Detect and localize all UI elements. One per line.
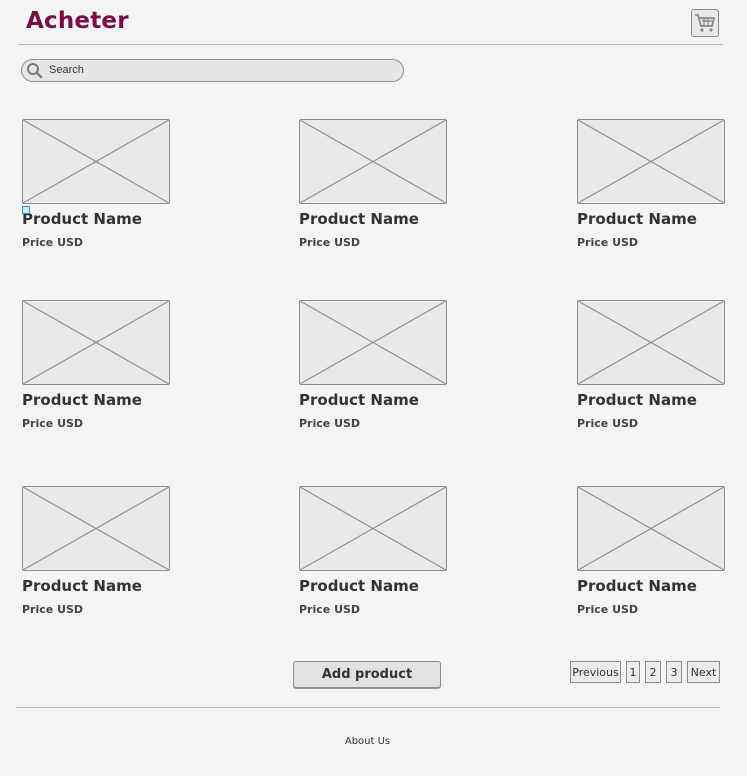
- search-bar[interactable]: [21, 59, 404, 82]
- product-image-placeholder: [299, 486, 447, 571]
- product-image-placeholder: [577, 300, 725, 385]
- about-us-link[interactable]: About Us: [0, 736, 735, 747]
- product-name[interactable]: Product Name: [577, 391, 747, 409]
- add-product-button[interactable]: Add product: [293, 661, 441, 688]
- product-name[interactable]: Product Name: [22, 391, 192, 409]
- product-card[interactable]: Product Name Price USD: [22, 300, 192, 430]
- product-price: Price USD: [22, 603, 84, 616]
- product-name[interactable]: Product Name: [299, 577, 469, 595]
- product-name[interactable]: Product Name: [577, 210, 747, 228]
- product-image-placeholder: [299, 119, 447, 204]
- cart-button[interactable]: [691, 9, 719, 37]
- product-image-placeholder: [22, 486, 170, 571]
- product-price: Price USD: [22, 236, 84, 249]
- product-image-placeholder: [22, 119, 170, 204]
- product-image-placeholder: [577, 119, 725, 204]
- product-image-placeholder: [22, 300, 170, 385]
- pagination-previous-button[interactable]: Previous: [570, 661, 621, 683]
- product-card[interactable]: Product Name Price USD: [22, 119, 192, 249]
- product-card[interactable]: Product Name Price USD: [299, 486, 469, 616]
- product-price: Price USD: [299, 417, 361, 430]
- product-price: Price USD: [577, 236, 639, 249]
- product-price: Price USD: [577, 417, 639, 430]
- product-name[interactable]: Product Name: [22, 210, 192, 228]
- pagination-next-button[interactable]: Next: [687, 661, 720, 683]
- product-name[interactable]: Product Name: [22, 577, 192, 595]
- product-price: Price USD: [299, 236, 361, 249]
- footer-divider: [16, 707, 720, 708]
- app-logo[interactable]: Acheter: [26, 8, 129, 34]
- selection-handle[interactable]: [22, 206, 30, 214]
- product-name[interactable]: Product Name: [577, 577, 747, 595]
- product-price: Price USD: [577, 603, 639, 616]
- product-card[interactable]: Product Name Price USD: [577, 300, 747, 430]
- product-card[interactable]: Product Name Price USD: [299, 119, 469, 249]
- product-card[interactable]: Product Name Price USD: [577, 119, 747, 249]
- product-name[interactable]: Product Name: [299, 210, 469, 228]
- pagination-page-2[interactable]: 2: [645, 661, 661, 683]
- product-card[interactable]: Product Name Price USD: [577, 486, 747, 616]
- product-image-placeholder: [577, 486, 725, 571]
- product-card[interactable]: Product Name Price USD: [22, 486, 192, 616]
- product-price: Price USD: [22, 417, 84, 430]
- search-icon: [27, 63, 43, 79]
- header-divider: [18, 44, 723, 45]
- product-price: Price USD: [299, 603, 361, 616]
- pagination-page-3[interactable]: 3: [666, 661, 682, 683]
- search-input[interactable]: [49, 61, 389, 79]
- product-card[interactable]: Product Name Price USD: [299, 300, 469, 430]
- pagination-page-1[interactable]: 1: [626, 661, 640, 683]
- product-name[interactable]: Product Name: [299, 391, 469, 409]
- product-image-placeholder: [299, 300, 447, 385]
- shopping-cart-icon: [695, 14, 715, 32]
